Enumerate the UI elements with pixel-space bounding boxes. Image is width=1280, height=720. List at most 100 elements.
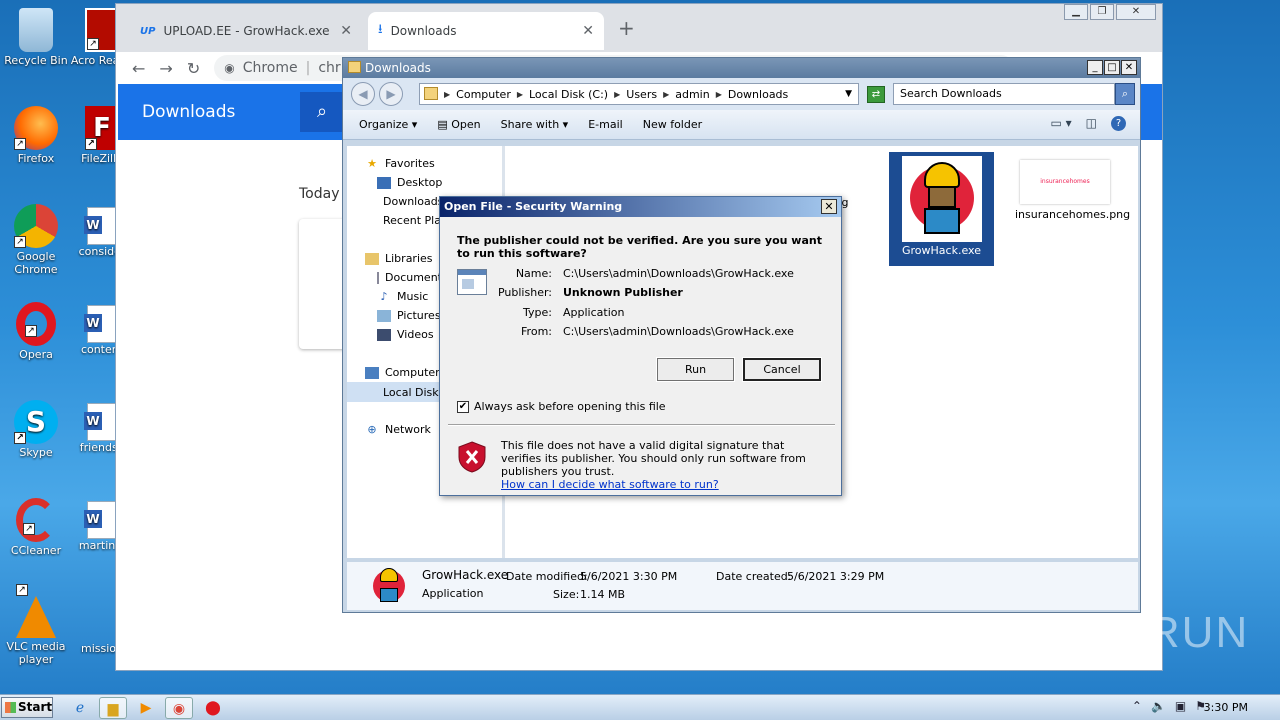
nav-favorites[interactable]: ★ Favorites (365, 157, 435, 170)
minimize-button[interactable]: ▁ (1064, 4, 1088, 20)
skype-icon: S ↗ (14, 400, 58, 444)
chevron-right-icon: ▶ (444, 89, 451, 99)
desktop-icon-recycle-bin[interactable]: Recycle Bin (0, 8, 74, 67)
nav-computer[interactable]: Computer (365, 366, 440, 379)
close-icon[interactable]: ✕ (821, 199, 837, 214)
chrome-window-controls: ▁ ❐ ✕ (1064, 4, 1156, 20)
help-icon[interactable]: ? (1111, 116, 1126, 131)
breadcrumb-item[interactable]: Computer (456, 88, 511, 101)
share-with-button[interactable]: Share with ▾ (501, 118, 569, 131)
breadcrumb-item[interactable]: admin (675, 88, 709, 101)
desktop-icon-skype[interactable]: S ↗ Skype (0, 400, 74, 459)
desktop-icon-vlc[interactable]: ↗ VLC media player (0, 584, 74, 666)
nav-label: Desktop (397, 176, 443, 189)
always-ask-checkbox[interactable]: ✔ (457, 400, 469, 413)
nav-videos[interactable]: Videos (377, 328, 434, 341)
growtopia-character-icon (369, 566, 409, 606)
new-folder-button[interactable]: New folder (643, 118, 702, 131)
open-button[interactable]: ▤ Open (437, 118, 480, 131)
desktop-icon-label: Firefox (17, 152, 55, 165)
nav-pictures[interactable]: Pictures (377, 309, 441, 322)
music-icon: ♪ (380, 290, 388, 303)
help-link[interactable]: How can I decide what software to run? (501, 478, 821, 491)
breadcrumb-item[interactable]: Users (626, 88, 657, 101)
new-tab-button[interactable]: + (618, 16, 635, 40)
chrome-icon: ↗ (14, 204, 58, 248)
explorer-title: Downloads (365, 61, 431, 75)
forward-button[interactable]: ▶ (379, 82, 403, 106)
always-ask-checkbox-row[interactable]: ✔ Always ask before opening this file (457, 400, 666, 413)
close-tab-icon[interactable]: ✕ (582, 23, 594, 39)
organize-label: Organize (359, 118, 409, 131)
refresh-icon[interactable]: ⇄ (867, 86, 885, 103)
network-tray-icon[interactable]: ▣ (1175, 699, 1186, 713)
type-label: Type: (523, 306, 552, 319)
nav-network[interactable]: ⊕ Network (365, 423, 431, 436)
nav-downloads[interactable]: Downloads (377, 195, 439, 208)
file-item-insurancehomes[interactable]: insurancehomes insurancehomes.png (1015, 152, 1130, 221)
change-view-icon[interactable]: ▭ ▾ (1050, 116, 1071, 131)
search-input[interactable]: Search Downloads (893, 83, 1115, 105)
nav-recent[interactable]: Recent Places (377, 214, 439, 227)
back-icon[interactable]: ← (132, 59, 145, 78)
computer-icon (365, 366, 379, 379)
chevron-down-icon[interactable]: ▼ (845, 89, 852, 99)
close-button[interactable]: ✕ (1121, 60, 1137, 75)
details-modified-label: Date modified: (506, 570, 588, 583)
download-icon: ⭳ (378, 22, 383, 37)
desktop-icon-chrome[interactable]: ↗ Google Chrome (0, 204, 74, 276)
close-tab-icon[interactable]: ✕ (340, 23, 352, 39)
publisher-label: Publisher: (497, 286, 552, 299)
chrome-site-icon: ◉ (224, 61, 235, 75)
back-button[interactable]: ◀ (351, 82, 375, 106)
breadcrumb-item[interactable]: Downloads (728, 88, 788, 101)
maximize-button[interactable]: □ (1104, 60, 1120, 75)
email-button[interactable]: E-mail (588, 118, 623, 131)
show-hidden-icons-icon[interactable]: ⌃ (1132, 699, 1142, 713)
dialog-question: The publisher could not be verified. Are… (457, 234, 822, 260)
details-file-name: GrowHack.exe (422, 568, 509, 582)
clock[interactable]: 3:30 PM (1204, 701, 1248, 714)
close-button[interactable]: ✕ (1116, 4, 1156, 20)
forward-icon[interactable]: → (159, 59, 172, 78)
tab-downloads[interactable]: ⭳ Downloads ✕ (368, 12, 604, 50)
organize-button[interactable]: Organize ▾ (359, 118, 417, 131)
volume-icon[interactable]: 🔈 (1151, 699, 1166, 713)
word-document-icon (84, 305, 117, 343)
warning-message: This file does not have a valid digital … (501, 439, 821, 491)
desktop-icon-firefox[interactable]: ↗ Firefox (0, 106, 74, 165)
media-player-icon[interactable]: ▶ (132, 697, 160, 719)
start-button[interactable]: Start (1, 697, 53, 718)
nav-music[interactable]: ♪ Music (377, 290, 428, 303)
ie-icon[interactable]: ℯ (66, 697, 94, 719)
tab-upload-ee[interactable]: UP UPLOAD.EE - GrowHack.exe - Down ✕ (130, 12, 362, 50)
preview-pane-icon[interactable]: ◫ (1086, 116, 1097, 131)
desktop-icon-ccleaner[interactable]: ↗ CCleaner (0, 498, 74, 557)
breadcrumb[interactable]: ▶ Computer ▶ Local Disk (C:) ▶ Users ▶ a… (419, 83, 859, 105)
nav-label: Libraries (385, 252, 433, 265)
desktop-icon-label: CCleaner (10, 544, 62, 557)
nav-libraries[interactable]: Libraries (365, 252, 433, 265)
desktop-icon-label: Skype (19, 446, 53, 459)
cancel-button[interactable]: Cancel (742, 357, 822, 382)
desktop-icon-label: VLC media player (6, 640, 66, 666)
nav-documents[interactable]: Documents (377, 271, 439, 284)
reload-icon[interactable]: ↻ (187, 59, 200, 78)
run-button[interactable]: Run (656, 357, 735, 382)
nav-desktop[interactable]: Desktop (377, 176, 442, 189)
explorer-taskbar-icon[interactable]: ▆ (99, 697, 127, 719)
opera-taskbar-icon[interactable]: ⬤ (199, 697, 227, 719)
file-item-growhack[interactable]: GrowHack.exe (889, 152, 994, 266)
chrome-taskbar-icon[interactable]: ◉ (165, 697, 193, 719)
chrome-tab-strip: UP UPLOAD.EE - GrowHack.exe - Down ✕ ⭳ D… (116, 4, 1162, 52)
nav-local-disk[interactable]: Local Disk (C:) (347, 382, 439, 402)
name-label: Name: (515, 267, 552, 280)
desktop-icon-label: Recycle Bin (4, 54, 68, 67)
search-icon[interactable]: ⌕ (1115, 83, 1135, 105)
breadcrumb-item[interactable]: Local Disk (C:) (529, 88, 608, 101)
maximize-button[interactable]: ❐ (1090, 4, 1114, 20)
videos-icon (377, 328, 391, 341)
desktop-icon-opera[interactable]: ↗ Opera (0, 302, 74, 361)
search-icon[interactable]: ⌕ (300, 92, 344, 132)
minimize-button[interactable]: _ (1087, 60, 1103, 75)
